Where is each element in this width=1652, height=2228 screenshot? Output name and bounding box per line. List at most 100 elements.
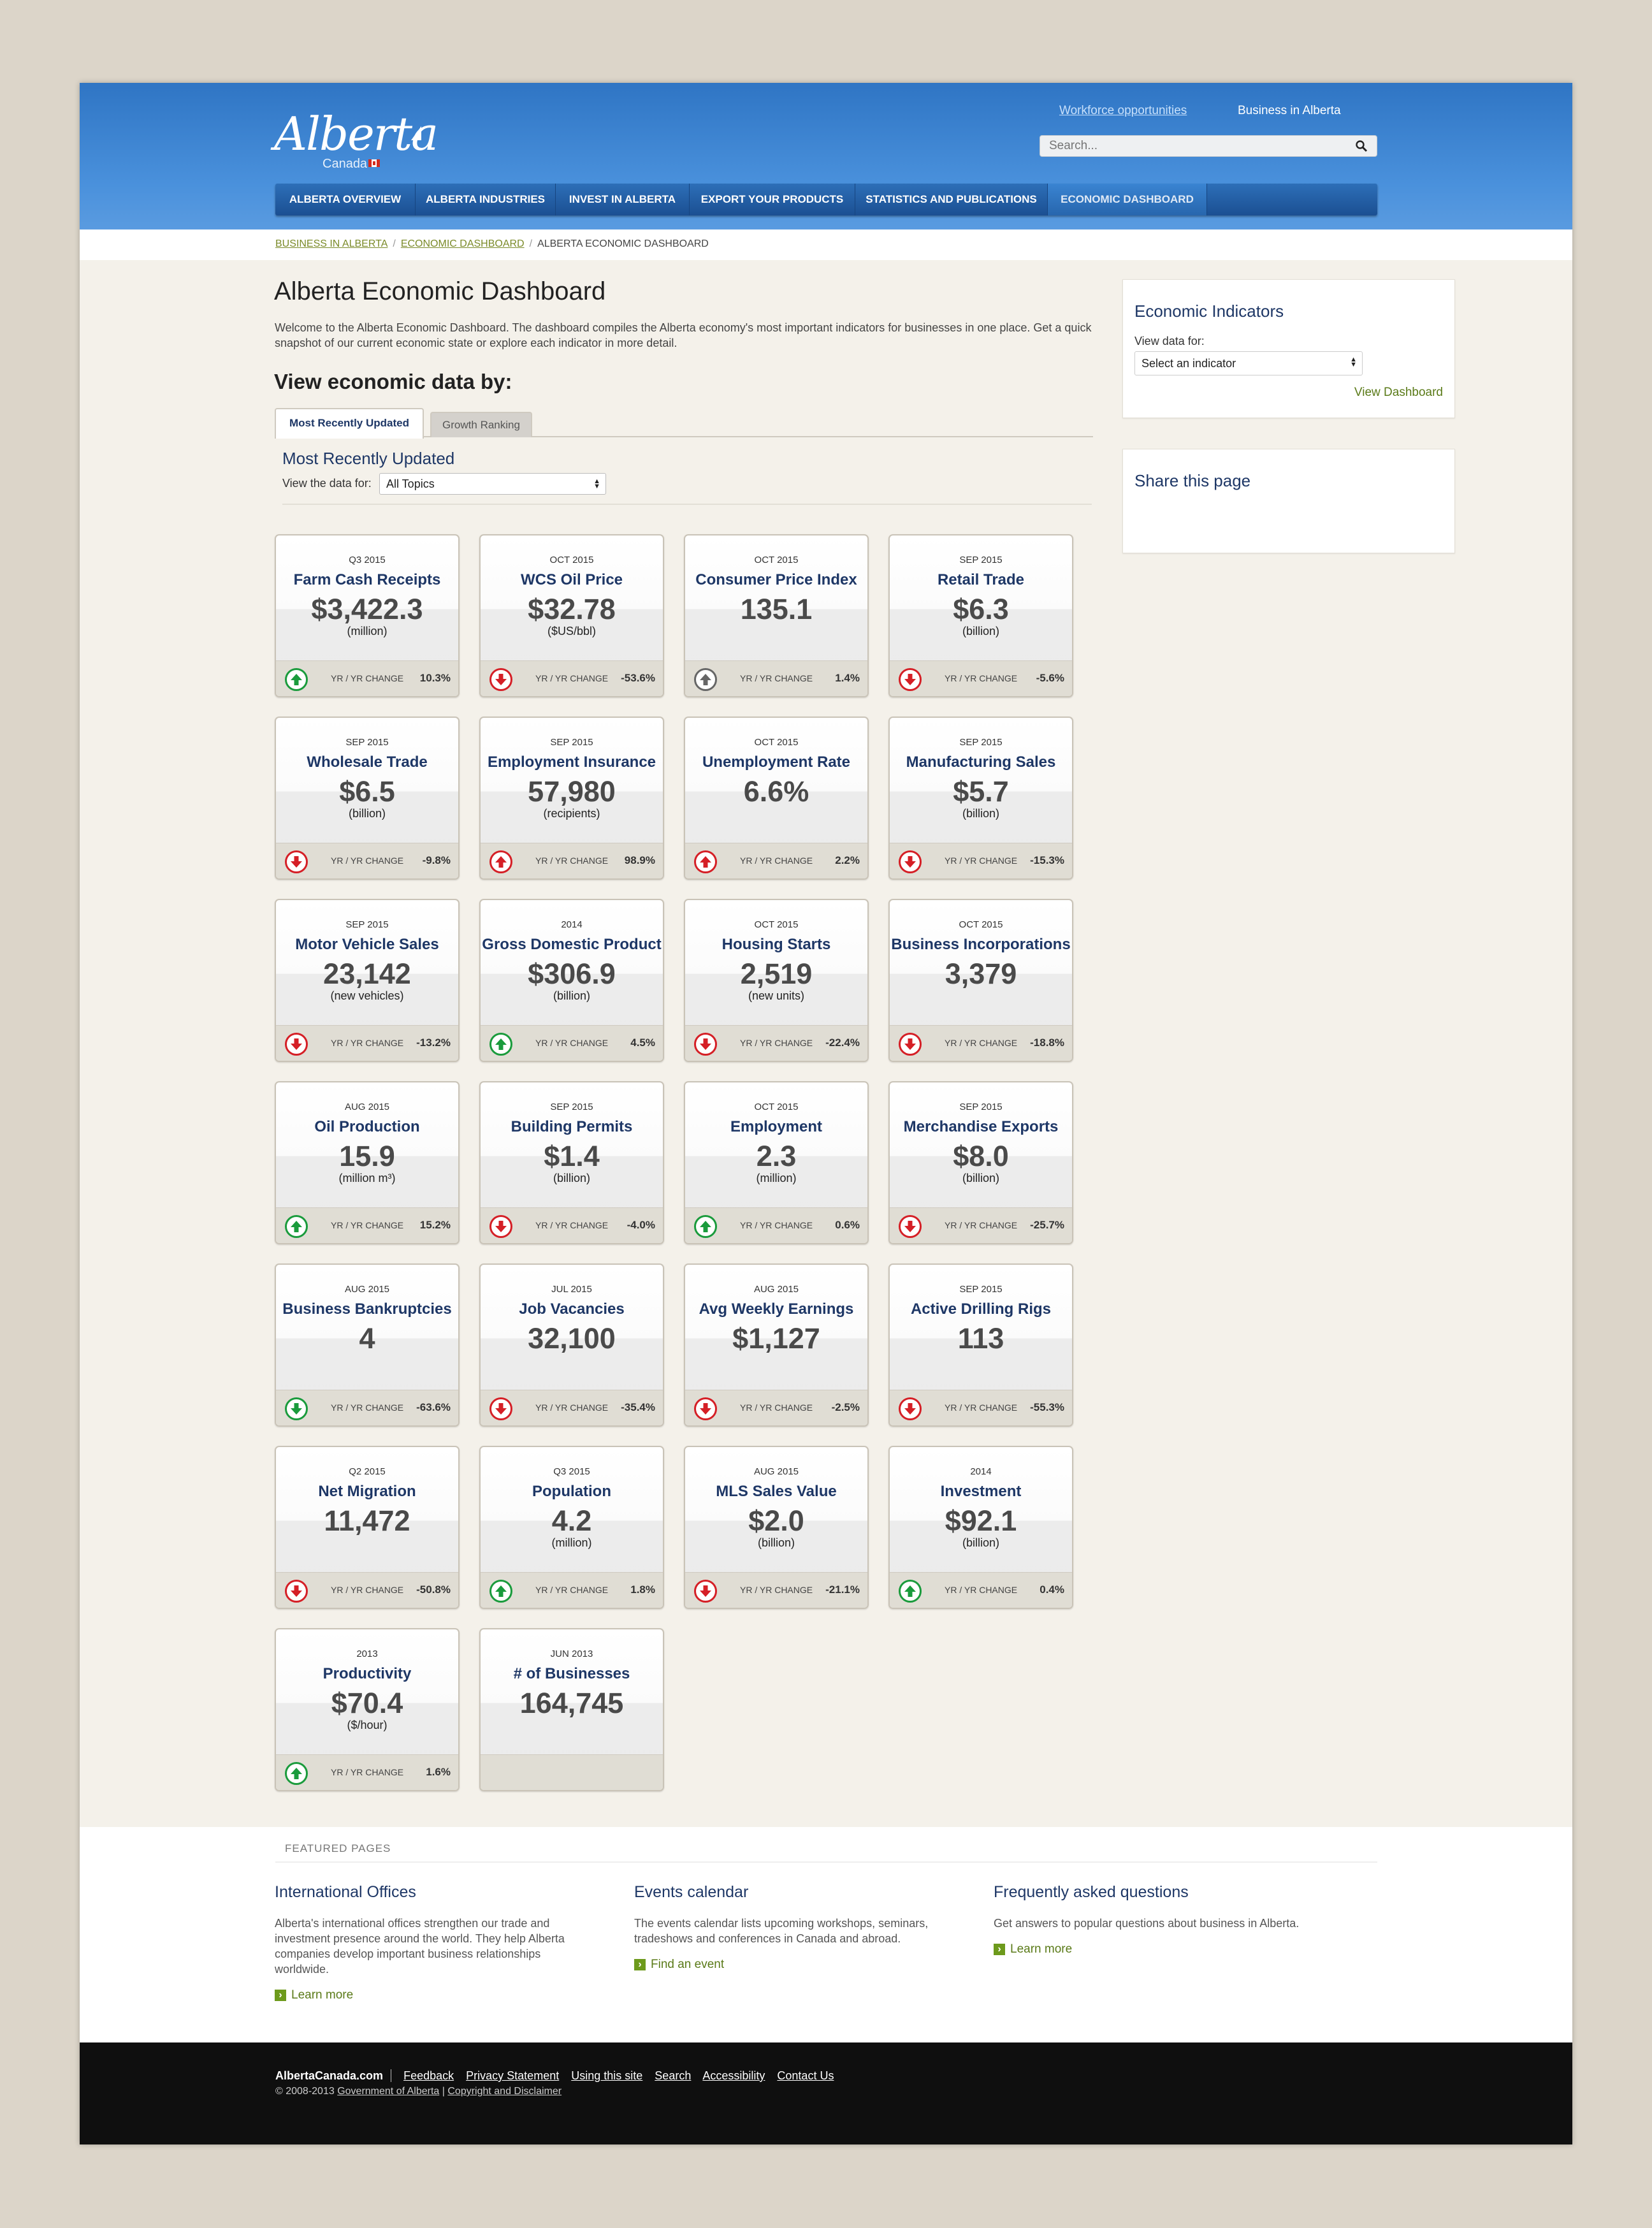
featured-title[interactable]: International Offices bbox=[275, 1883, 593, 1902]
yr-change-value: -18.8% bbox=[1030, 1037, 1064, 1049]
indicator-card[interactable]: 2013 Productivity $70.4 ($/hour) YR / YR CHA… bbox=[275, 1628, 460, 1791]
learn-more-link[interactable]: Learn more bbox=[275, 1988, 353, 2002]
nav-alberta-overview[interactable]: ALBERTA OVERVIEW bbox=[275, 184, 416, 215]
card-title[interactable]: WCS Oil Price bbox=[481, 571, 663, 589]
alberta-logo[interactable]: Alberta Canada bbox=[274, 107, 438, 171]
indicator-card[interactable]: SEP 2015 Retail Trade $6.3 (billion) YR / YR… bbox=[888, 534, 1073, 697]
card-title[interactable]: Gross Domestic Product bbox=[481, 936, 663, 954]
card-title[interactable]: Active Drilling Rigs bbox=[890, 1300, 1072, 1318]
card-unit: (million) bbox=[756, 1172, 797, 1184]
arrow-up-icon bbox=[694, 850, 717, 873]
indicator-card[interactable]: 2014 Gross Domestic Product $306.9 (billion… bbox=[479, 899, 664, 1062]
card-title[interactable]: Employment Insurance bbox=[481, 754, 663, 771]
nav-export-your-products[interactable]: EXPORT YOUR PRODUCTS bbox=[690, 184, 855, 215]
card-value: $5.7 bbox=[953, 775, 1009, 808]
card-footer: YR / YR CHANGE 15.2% bbox=[276, 1207, 458, 1243]
indicator-card[interactable]: Q2 2015 Net Migration 11,472 YR / YR CHANGE… bbox=[275, 1446, 460, 1609]
topic-select[interactable]: All Topics ▲ ▼ bbox=[379, 473, 606, 495]
nav-invest-in-alberta[interactable]: INVEST IN ALBERTA bbox=[556, 184, 690, 215]
card-title[interactable]: Investment bbox=[890, 1483, 1072, 1501]
indicator-card[interactable]: Q3 2015 Farm Cash Receipts $3,422.3 (millio… bbox=[275, 534, 460, 697]
learn-more-link[interactable]: Learn more bbox=[994, 1942, 1072, 1956]
card-title[interactable]: Employment bbox=[685, 1118, 867, 1136]
yr-change-label: YR / YR CHANGE bbox=[331, 1585, 404, 1595]
nav-economic-dashboard[interactable]: ECONOMIC DASHBOARD bbox=[1048, 184, 1207, 215]
share-title: Share this page bbox=[1134, 471, 1251, 490]
indicator-card[interactable]: Q3 2015 Population 4.2 (million) YR / YR CHA… bbox=[479, 1446, 664, 1609]
indicator-card[interactable]: SEP 2015 Employment Insurance 57,980 (recip… bbox=[479, 717, 664, 880]
card-title[interactable]: Productivity bbox=[276, 1665, 458, 1683]
card-title[interactable]: Population bbox=[481, 1483, 663, 1501]
card-title[interactable]: Unemployment Rate bbox=[685, 754, 867, 771]
card-title[interactable]: Building Permits bbox=[481, 1118, 663, 1136]
search-icon[interactable] bbox=[1355, 140, 1368, 152]
nav-statistics-and-publications[interactable]: STATISTICS AND PUBLICATIONS bbox=[855, 184, 1048, 215]
find-an-event-link[interactable]: Find an event bbox=[634, 1958, 724, 1971]
card-title[interactable]: Business Bankruptcies bbox=[276, 1300, 458, 1318]
footer-contact-link[interactable]: Contact Us bbox=[777, 2069, 834, 2082]
indicator-card[interactable]: OCT 2015 Business Incorporations 3,379 YR /… bbox=[888, 899, 1073, 1062]
indicator-card[interactable]: OCT 2015 WCS Oil Price $32.78 ($US/bbl) YR /… bbox=[479, 534, 664, 697]
card-title[interactable]: Retail Trade bbox=[890, 571, 1072, 589]
indicator-card[interactable]: SEP 2015 Manufacturing Sales $5.7 (billion)… bbox=[888, 717, 1073, 880]
workforce-opportunities-link[interactable]: Workforce opportunities bbox=[1059, 104, 1187, 118]
search-input[interactable] bbox=[1049, 138, 1342, 154]
indicator-card[interactable]: SEP 2015 Merchandise Exports $8.0 (billion)… bbox=[888, 1081, 1073, 1244]
indicator-card[interactable]: OCT 2015 Housing Starts 2,519 (new units) YR… bbox=[684, 899, 869, 1062]
breadcrumb-economic-dashboard[interactable]: ECONOMIC DASHBOARD bbox=[401, 238, 525, 249]
card-date: OCT 2015 bbox=[754, 919, 799, 930]
indicator-card[interactable]: JUL 2015 Job Vacancies 32,100 YR / YR CHANG… bbox=[479, 1263, 664, 1427]
card-value: 113 bbox=[957, 1322, 1004, 1355]
indicator-card[interactable]: SEP 2015 Building Permits $1.4 (billion) YR … bbox=[479, 1081, 664, 1244]
card-title[interactable]: Wholesale Trade bbox=[276, 754, 458, 771]
breadcrumb-business-in-alberta[interactable]: BUSINESS IN ALBERTA bbox=[275, 238, 388, 249]
card-title[interactable]: Avg Weekly Earnings bbox=[685, 1300, 867, 1318]
indicator-card[interactable]: JUN 2013 # of Businesses 164,745 bbox=[479, 1628, 664, 1791]
indicator-card[interactable]: AUG 2015 MLS Sales Value $2.0 (billion) YR /… bbox=[684, 1446, 869, 1609]
indicator-card[interactable]: SEP 2015 Motor Vehicle Sales 23,142 (new ve… bbox=[275, 899, 460, 1062]
government-of-alberta-link[interactable]: Government of Alberta bbox=[337, 2086, 439, 2097]
arrow-up-icon bbox=[285, 1762, 308, 1785]
card-title[interactable]: Manufacturing Sales bbox=[890, 754, 1072, 771]
indicator-card[interactable]: AUG 2015 Business Bankruptcies 4 YR / YR CH… bbox=[275, 1263, 460, 1427]
card-title[interactable]: Net Migration bbox=[276, 1483, 458, 1501]
arrow-down-icon bbox=[899, 1215, 922, 1238]
footer-accessibility-link[interactable]: Accessibility bbox=[702, 2069, 765, 2082]
footer-search-link[interactable]: Search bbox=[655, 2069, 691, 2082]
copyright-disclaimer-link[interactable]: Copyright and Disclaimer bbox=[447, 2086, 562, 2097]
tab-most-recently-updated[interactable]: Most Recently Updated bbox=[275, 408, 424, 439]
view-dashboard-link[interactable]: View Dashboard bbox=[1354, 386, 1443, 400]
indicator-card[interactable]: AUG 2015 Oil Production 15.9 (million m³) YR… bbox=[275, 1081, 460, 1244]
indicator-card[interactable]: OCT 2015 Consumer Price Index 135.1 YR / YR… bbox=[684, 534, 869, 697]
indicator-card[interactable]: SEP 2015 Wholesale Trade $6.5 (billion) YR /… bbox=[275, 717, 460, 880]
yr-change-value: -55.3% bbox=[1030, 1401, 1064, 1413]
card-title[interactable]: # of Businesses bbox=[481, 1665, 663, 1683]
business-in-alberta-link[interactable]: Business in Alberta bbox=[1238, 104, 1341, 118]
footer-using-site-link[interactable]: Using this site bbox=[571, 2069, 642, 2082]
card-title[interactable]: Merchandise Exports bbox=[890, 1118, 1072, 1136]
card-title[interactable]: MLS Sales Value bbox=[685, 1483, 867, 1501]
indicator-card[interactable]: SEP 2015 Active Drilling Rigs 113 YR / YR C… bbox=[888, 1263, 1073, 1427]
indicator-card[interactable]: OCT 2015 Unemployment Rate 6.6% YR / YR CHA… bbox=[684, 717, 869, 880]
featured-title[interactable]: Events calendar bbox=[634, 1883, 953, 1902]
indicator-card[interactable]: AUG 2015 Avg Weekly Earnings $1,127 YR / YR… bbox=[684, 1263, 869, 1427]
footer-privacy-link[interactable]: Privacy Statement bbox=[466, 2069, 559, 2082]
yr-change-label: YR / YR CHANGE bbox=[535, 856, 609, 866]
featured-title[interactable]: Frequently asked questions bbox=[994, 1883, 1312, 1902]
footer-feedback-link[interactable]: Feedback bbox=[403, 2069, 454, 2082]
indicator-card[interactable]: OCT 2015 Employment 2.3 (million) YR / YR CH… bbox=[684, 1081, 869, 1244]
card-value: $1,127 bbox=[732, 1322, 820, 1355]
card-date: Q2 2015 bbox=[349, 1466, 386, 1477]
arrow-up-icon bbox=[285, 1215, 308, 1238]
card-title[interactable]: Housing Starts bbox=[685, 936, 867, 954]
nav-alberta-industries[interactable]: ALBERTA INDUSTRIES bbox=[416, 184, 556, 215]
card-title[interactable]: Farm Cash Receipts bbox=[276, 571, 458, 589]
card-title[interactable]: Consumer Price Index bbox=[685, 571, 867, 589]
tab-growth-ranking[interactable]: Growth Ranking bbox=[430, 412, 532, 437]
card-title[interactable]: Business Incorporations bbox=[890, 936, 1072, 954]
card-title[interactable]: Motor Vehicle Sales bbox=[276, 936, 458, 954]
indicator-card[interactable]: 2014 Investment $92.1 (billion) YR / YR CHAN… bbox=[888, 1446, 1073, 1609]
card-title[interactable]: Job Vacancies bbox=[481, 1300, 663, 1318]
indicator-select[interactable]: Select an indicator ▲ ▼ bbox=[1134, 351, 1363, 375]
card-title[interactable]: Oil Production bbox=[276, 1118, 458, 1136]
